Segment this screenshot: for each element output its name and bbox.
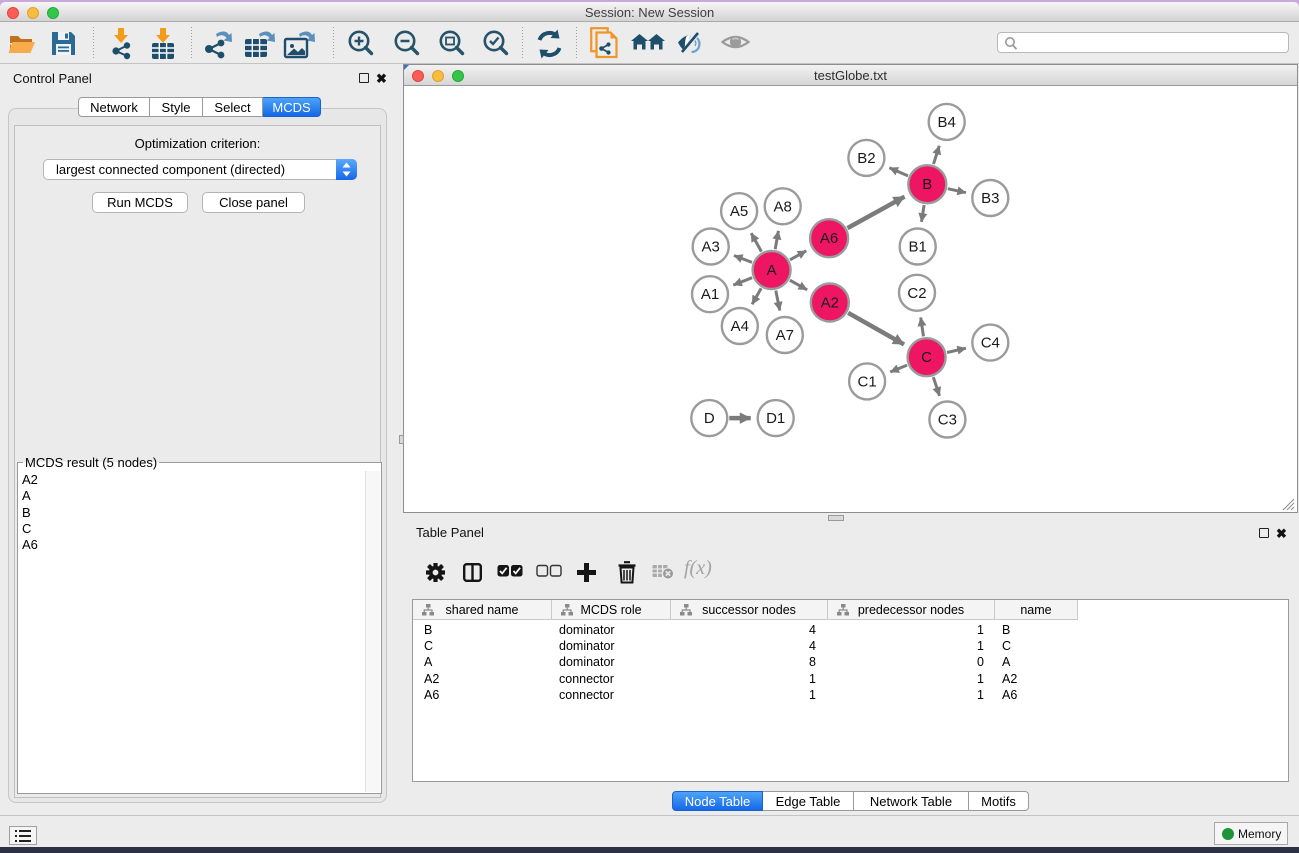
svg-text:B1: B1 [909, 239, 927, 256]
svg-text:C2: C2 [907, 285, 926, 302]
svg-text:A4: A4 [731, 318, 749, 335]
svg-text:A7: A7 [776, 327, 794, 344]
svg-text:C1: C1 [858, 373, 877, 390]
svg-text:A1: A1 [701, 286, 719, 303]
svg-text:A3: A3 [702, 239, 720, 256]
svg-text:B3: B3 [981, 190, 999, 207]
svg-text:A8: A8 [774, 198, 792, 215]
svg-text:A: A [767, 262, 777, 279]
svg-text:B: B [922, 176, 932, 193]
svg-text:D1: D1 [766, 410, 785, 427]
svg-text:B2: B2 [857, 150, 875, 167]
svg-text:C3: C3 [938, 412, 957, 429]
svg-text:C: C [921, 349, 932, 366]
svg-text:C4: C4 [981, 335, 1000, 352]
svg-text:A5: A5 [730, 203, 748, 220]
svg-text:A6: A6 [820, 230, 838, 247]
svg-text:A2: A2 [821, 295, 839, 312]
svg-text:B4: B4 [938, 114, 956, 131]
svg-text:D: D [704, 410, 715, 427]
